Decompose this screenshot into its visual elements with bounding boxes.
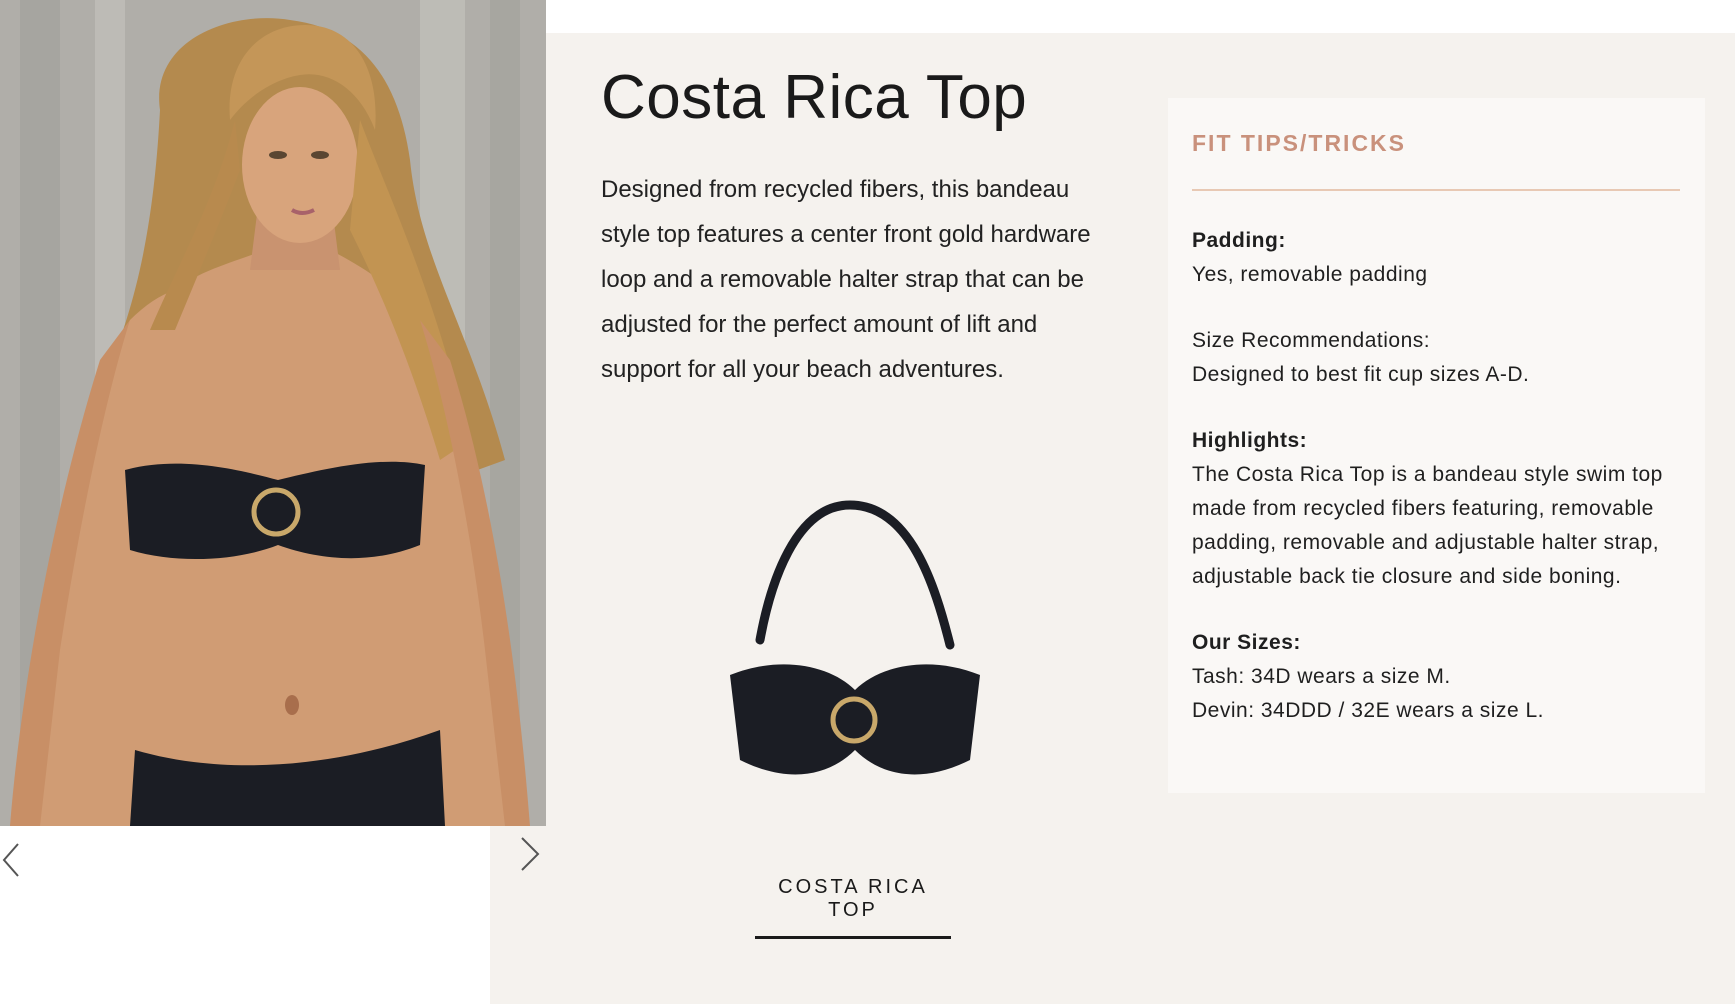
product-title: Costa Rica Top [601, 63, 1028, 132]
our-sizes-line-1: Tash: 34D wears a size M. [1192, 665, 1451, 688]
padding-label: Padding: [1192, 229, 1286, 252]
product-description: Designed from recycled fibers, this band… [601, 176, 1091, 383]
gallery-next-button[interactable] [512, 834, 548, 874]
model-photo[interactable] [0, 0, 546, 826]
model-photo-illustration [0, 0, 546, 826]
product-thumbnail[interactable] [720, 495, 990, 795]
padding-value: Yes, removable padding [1192, 263, 1428, 286]
our-sizes-section: Our Sizes: Tash: 34D wears a size M. Dev… [1192, 626, 1682, 728]
chevron-right-icon [521, 837, 540, 871]
our-sizes-line-2: Devin: 34DDD / 32E wears a size L. [1192, 699, 1544, 722]
padding-section: Padding: Yes, removable padding [1192, 224, 1682, 292]
divider [1192, 189, 1680, 191]
chevron-left-icon [2, 843, 19, 877]
fit-tips-body: Padding: Yes, removable padding Size Rec… [1192, 224, 1682, 760]
size-label: Size Recommendations: [1192, 329, 1431, 352]
our-sizes-label: Our Sizes: [1192, 631, 1301, 654]
size-section: Size Recommendations: Designed to best f… [1192, 324, 1682, 392]
gallery-prev-button[interactable] [0, 840, 30, 880]
product-thumbnail-image [730, 500, 980, 775]
product-link[interactable]: COSTA RICA TOP [755, 876, 951, 939]
size-value: Designed to best fit cup sizes A-D. [1192, 363, 1530, 386]
highlights-section: Highlights: The Costa Rica Top is a band… [1192, 424, 1682, 594]
highlights-value: The Costa Rica Top is a bandeau style sw… [1192, 463, 1663, 588]
highlights-label: Highlights: [1192, 429, 1308, 452]
fit-tips-heading: FIT TIPS/TRICKS [1192, 130, 1406, 156]
fit-tips-card: FIT TIPS/TRICKS Padding: Yes, removable … [1168, 98, 1705, 793]
